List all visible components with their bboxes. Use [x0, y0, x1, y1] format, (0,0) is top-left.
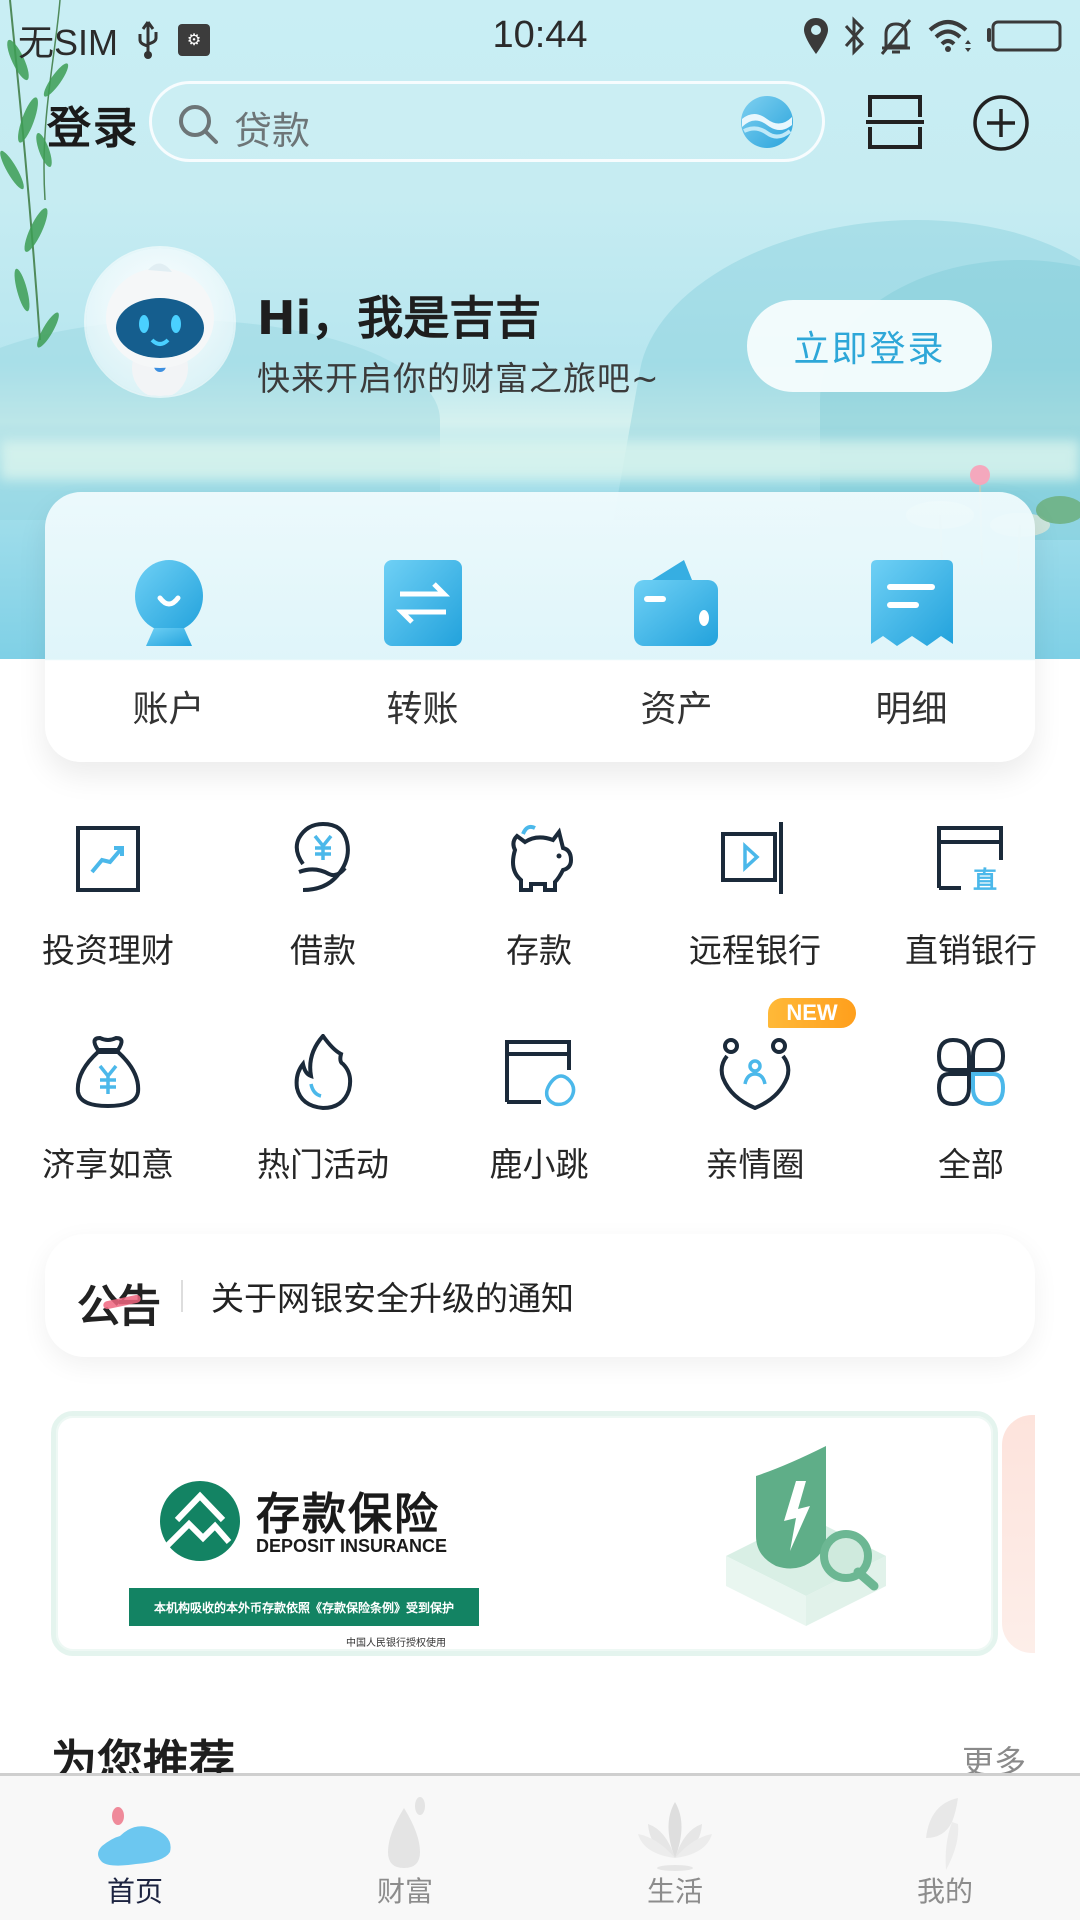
search-input[interactable]: 贷款 — [149, 81, 825, 162]
tab-home[interactable]: 首页 — [0, 1776, 270, 1920]
tab-label: 我的 — [916, 1875, 973, 1908]
service-remote-bank[interactable]: 远程银行 — [647, 820, 863, 990]
new-badge: NEW — [768, 998, 856, 1028]
avatar[interactable] — [86, 248, 234, 396]
greeting-subtitle: 快来开启你的财富之旅吧~ — [257, 359, 660, 398]
quick-action-label: 转账 — [386, 689, 459, 730]
banner-subtitle: DEPOSIT INSURANCE — [256, 1536, 448, 1556]
status-right — [802, 14, 1062, 58]
service-label: 远程银行 — [689, 931, 821, 970]
quick-action-label: 明细 — [875, 689, 948, 730]
wealth-drop-icon — [388, 1797, 425, 1868]
wallet-icon — [633, 560, 718, 646]
mine-leaf-icon — [926, 1798, 959, 1870]
service-label: 鹿小跳 — [489, 1145, 589, 1184]
tab-life[interactable]: 生活 — [540, 1776, 810, 1920]
banner-strip: 本机构吸收的本外币存款依照《存款保险条例》受到保护 — [129, 1588, 479, 1626]
banner-title: 存款保险 — [256, 1489, 440, 1540]
service-all[interactable]: 全部 — [863, 1034, 1079, 1204]
service-label: 存款 — [506, 931, 572, 970]
quick-actions-card: 账户 转账 资产 明细 — [45, 492, 1035, 762]
service-label: 亲情圈 — [705, 1145, 805, 1184]
piggy-bank-icon — [511, 824, 574, 892]
login-now-button[interactable]: 立即登录 — [747, 300, 992, 392]
life-lotus-icon — [638, 1802, 712, 1871]
service-family-circle[interactable]: 亲情圈 — [647, 1034, 863, 1204]
tab-wealth[interactable]: 财富 — [270, 1776, 540, 1920]
loan-hand-icon — [294, 821, 350, 892]
service-loan[interactable]: 借款 — [215, 820, 431, 990]
location-icon — [802, 14, 830, 58]
family-circle-icon — [719, 1038, 791, 1110]
service-jixiang-ruyi[interactable]: 济享如意 — [0, 1034, 216, 1204]
mute-bell-icon — [878, 14, 914, 58]
receipt-icon — [870, 560, 953, 646]
tab-label: 首页 — [106, 1875, 163, 1908]
banner-note: 中国人民银行授权使用 — [346, 1638, 446, 1649]
quick-action-account[interactable]: 账户 — [45, 492, 292, 762]
notice-divider — [181, 1280, 183, 1312]
account-icon — [134, 560, 203, 646]
notice-bar[interactable]: 公告 关于网银安全升级的通知 — [45, 1234, 1035, 1357]
tab-label: 生活 — [646, 1875, 703, 1908]
service-label: 全部 — [938, 1145, 1004, 1184]
flame-icon — [294, 1034, 353, 1110]
money-bag-icon — [75, 1035, 141, 1109]
wifi-icon — [926, 14, 974, 58]
deposit-insurance-logo — [160, 1481, 240, 1561]
service-label: 借款 — [290, 931, 356, 970]
investment-chart-icon — [76, 826, 140, 892]
tab-mine[interactable]: 我的 — [810, 1776, 1080, 1920]
bottom-tab-bar: 首页 财富 生活 我的 — [0, 1773, 1080, 1920]
quick-action-transfer[interactable]: 转账 — [299, 492, 546, 762]
quick-action-label: 资产 — [640, 689, 713, 730]
service-investment[interactable]: 投资理财 — [0, 820, 216, 990]
search-icon — [179, 105, 218, 144]
quick-action-details[interactable]: 明细 — [788, 492, 1035, 762]
next-banner-peek[interactable] — [1002, 1415, 1035, 1653]
login-link[interactable]: 登录 — [47, 92, 139, 156]
robot-mascot-icon — [106, 263, 214, 396]
deposit-insurance-banner[interactable]: 存款保险 DEPOSIT INSURANCE 本机构吸收的本外币存款依照《存款保… — [51, 1411, 998, 1656]
tab-label: 财富 — [376, 1875, 433, 1908]
plus-icon[interactable] — [972, 94, 1030, 152]
service-hot-events[interactable]: 热门活动 — [215, 1034, 431, 1204]
bluetooth-icon — [842, 14, 866, 58]
scan-icon[interactable] — [864, 93, 926, 151]
search-placeholder: 贷款 — [234, 109, 311, 153]
direct-bank-icon: 直 — [937, 826, 1003, 894]
quick-action-label: 账户 — [132, 689, 205, 730]
notice-text[interactable]: 关于网银安全升级的通知 — [211, 1272, 574, 1320]
quick-action-assets[interactable]: 资产 — [553, 492, 800, 762]
deer-card-icon — [505, 1040, 576, 1107]
service-label: 热门活动 — [257, 1145, 389, 1184]
battery-icon — [986, 14, 1062, 58]
transfer-icon — [383, 560, 462, 646]
greeting-title: Hi，我是吉吉 — [257, 291, 542, 345]
service-deposit[interactable]: 存款 — [431, 820, 647, 990]
all-grid-icon — [936, 1037, 1006, 1107]
svg-text:直: 直 — [973, 866, 997, 894]
service-direct-bank[interactable]: 直 直销银行 — [863, 820, 1079, 990]
home-icon — [98, 1807, 171, 1866]
service-label: 投资理财 — [42, 931, 174, 970]
status-bar: 无SIM ⚙ 10:44 — [0, 0, 1080, 73]
voice-orb-icon[interactable] — [740, 95, 794, 149]
service-label: 直销银行 — [905, 931, 1037, 970]
security-shield-illustration — [726, 1446, 886, 1626]
service-label: 济享如意 — [42, 1145, 174, 1184]
remote-video-icon — [721, 822, 783, 894]
service-lu-xiaotiao[interactable]: 鹿小跳 — [431, 1034, 647, 1204]
